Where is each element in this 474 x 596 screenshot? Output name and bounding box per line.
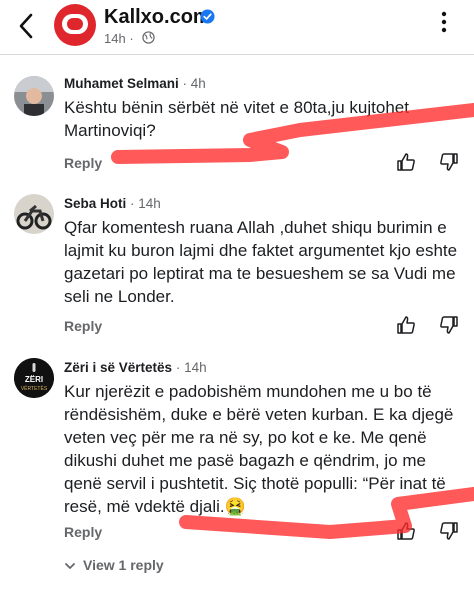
red-scribble-annotation (111, 103, 474, 539)
